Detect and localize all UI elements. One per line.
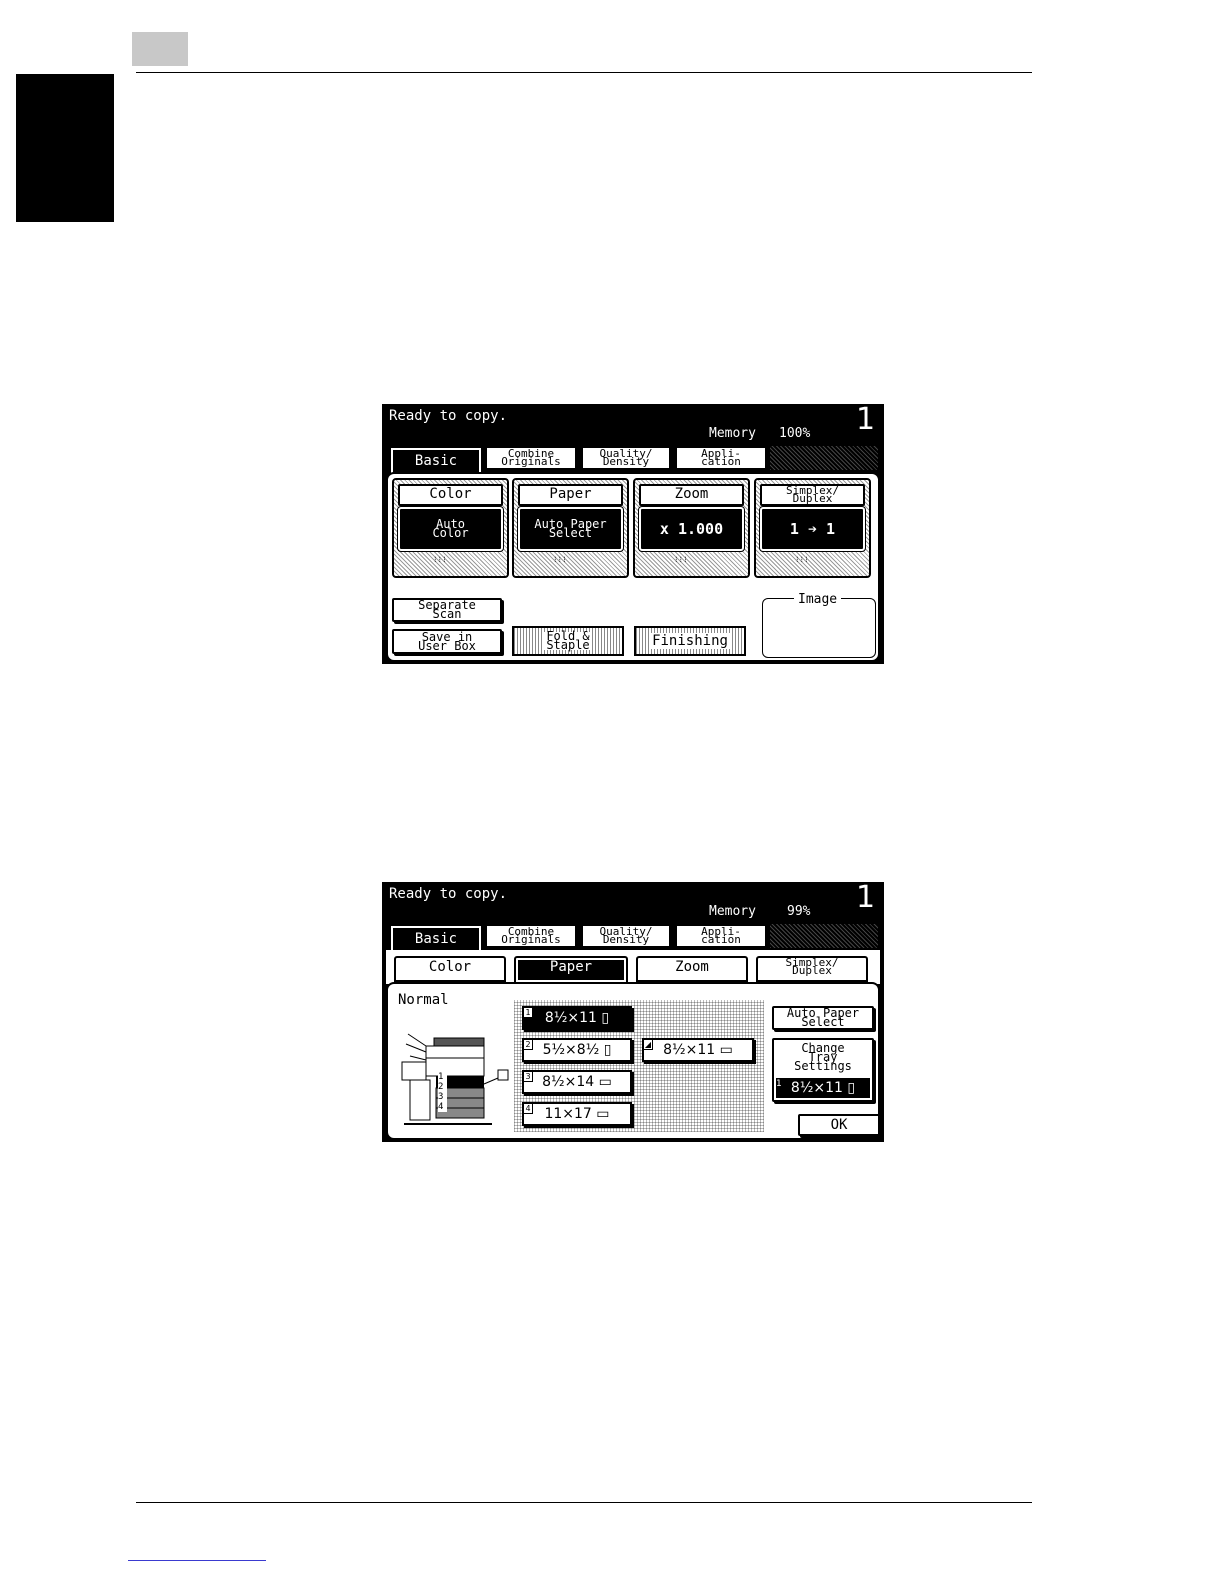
status-message: Ready to copy. — [389, 408, 508, 424]
machine-tray-2-label: 2 — [438, 1082, 447, 1092]
tab-strip-background — [770, 446, 878, 470]
memory-label: Memory — [709, 426, 756, 441]
basic-settings-area: Color Auto Color ⁝⁝⁝ Paper Auto Paper Se… — [386, 472, 880, 662]
change-tray-size: 8½×11 ▯ — [790, 1080, 856, 1096]
tab-combine-originals[interactable]: Combine Originals — [485, 924, 577, 948]
separate-scan-button[interactable]: Separate Scan — [392, 598, 502, 622]
tray-4-number: 4 — [523, 1103, 533, 1114]
tab-basic[interactable]: Basic — [391, 926, 481, 952]
tab-application[interactable]: Appli- cation — [675, 924, 767, 948]
change-tray-settings-button[interactable]: Change Tray Settings 1 8½×11 ▯ — [772, 1038, 874, 1102]
save-in-user-box-button[interactable]: Save in User Box — [392, 629, 502, 654]
finishing-button[interactable]: Finishing — [634, 626, 746, 656]
chapter-number-tab — [132, 32, 188, 66]
tray-2-size: 5½×8½ ▯ — [542, 1042, 612, 1058]
tab-combine-originals[interactable]: Combine Originals — [485, 446, 577, 470]
tray-2-button[interactable]: 2 5½×8½ ▯ — [522, 1038, 632, 1062]
paper-key-dots: ⁝⁝⁝ — [554, 555, 568, 564]
subtab-paper[interactable]: Paper — [514, 956, 628, 984]
status-message: Ready to copy. — [389, 886, 508, 902]
tab-strip-background — [770, 924, 878, 948]
finishing-label: Finishing — [650, 633, 730, 649]
change-tray-number: 1 — [776, 1079, 782, 1089]
tab-quality-density[interactable]: Quality/ Density — [581, 924, 671, 948]
paper-function-key[interactable]: Paper Auto Paper Select ⁝⁝⁝ — [512, 478, 629, 578]
ok-button[interactable]: OK — [798, 1114, 880, 1136]
machine-tray-4-label: 4 — [438, 1102, 447, 1112]
simplex-duplex-key-dots: ⁝⁝⁝ — [796, 555, 810, 564]
tray-3-number: 3 — [523, 1071, 533, 1082]
footer-rule — [136, 1502, 1032, 1503]
zoom-key-label: Zoom — [639, 484, 744, 506]
machine-tray-1-label: 1 — [438, 1072, 447, 1082]
simplex-duplex-key-value: 1 ➔ 1 — [759, 506, 866, 552]
tab-quality-density[interactable]: Quality/ Density — [581, 446, 671, 470]
change-tray-settings-label: Change Tray Settings — [794, 1041, 852, 1073]
header-rule — [136, 72, 1032, 73]
tray-1-size: 8½×11 ▯ — [544, 1010, 610, 1026]
copy-screen-paper: Ready to copy. Memory 99% 1 Basic Combin… — [382, 882, 884, 1142]
tray-1-number: 1 — [523, 1007, 533, 1018]
zoom-function-key[interactable]: Zoom x 1.000 ⁝⁝⁝ — [633, 478, 750, 578]
machine-tray-3-label: 3 — [438, 1092, 447, 1102]
subtab-zoom[interactable]: Zoom — [636, 956, 748, 982]
bypass-tray-button[interactable]: ◢ 8½×11 ▭ — [642, 1038, 754, 1062]
copy-count: 1 — [856, 404, 876, 437]
tab-application[interactable]: Appli- cation — [675, 446, 767, 470]
fold-staple-label: Fold & Staple — [544, 629, 592, 652]
color-function-key[interactable]: Color Auto Color ⁝⁝⁝ — [392, 478, 509, 578]
tray-4-button[interactable]: 4 11×17 ▭ — [522, 1102, 632, 1126]
memory-value: 100% — [779, 426, 811, 441]
color-key-dots: ⁝⁝⁝ — [434, 555, 448, 564]
chapter-thumb-index — [16, 74, 114, 222]
copy-count: 1 — [856, 882, 876, 915]
bypass-tray-size: 8½×11 ▭ — [663, 1042, 733, 1058]
simplex-duplex-key-label: Simplex/ Duplex — [760, 484, 865, 506]
tray-1-button[interactable]: 1 8½×11 ▯ — [522, 1006, 632, 1030]
zoom-key-value: x 1.000 — [638, 506, 745, 552]
color-key-value: Auto Color — [397, 506, 504, 552]
memory-label: Memory — [709, 904, 756, 919]
tray-3-size: 8½×14 ▭ — [542, 1074, 612, 1090]
memory-value: 99% — [787, 904, 811, 919]
copier-machine-illustration — [401, 1033, 509, 1125]
fold-staple-button[interactable]: Fold & Staple — [512, 626, 624, 656]
tray-3-button[interactable]: 3 8½×14 ▭ — [522, 1070, 632, 1094]
copy-screen-basic: Ready to copy. Memory 100% 1 Basic Combi… — [382, 404, 884, 664]
simplex-duplex-function-key[interactable]: Simplex/ Duplex 1 ➔ 1 ⁝⁝⁝ — [754, 478, 871, 578]
machine-tray-labels: 1 2 3 4 — [438, 1072, 447, 1112]
tray-4-size: 11×17 ▭ — [544, 1106, 610, 1122]
paper-key-value: Auto Paper Select — [517, 506, 624, 552]
image-preview-box — [762, 598, 876, 658]
tab-basic[interactable]: Basic — [391, 448, 481, 474]
normal-label: Normal — [398, 992, 449, 1008]
bypass-tray-icon: ◢ — [643, 1039, 653, 1050]
zoom-key-dots: ⁝⁝⁝ — [675, 555, 689, 564]
paper-key-label: Paper — [518, 484, 623, 506]
paper-settings-area: Normal 1 2 3 4 1 8½×11 ▯ 2 5½×8½ ▯ 3 8½×… — [386, 982, 880, 1140]
image-preview-label: Image — [794, 592, 842, 607]
footer-link-underline — [128, 1560, 266, 1561]
tray-2-number: 2 — [523, 1039, 533, 1050]
subtab-simplex-duplex[interactable]: Simplex/ Duplex — [756, 956, 868, 982]
change-tray-current-tray: 1 8½×11 ▯ — [776, 1078, 870, 1098]
auto-paper-select-button[interactable]: Auto Paper Select — [772, 1006, 874, 1030]
color-key-label: Color — [398, 484, 503, 506]
subtab-color[interactable]: Color — [394, 956, 506, 982]
